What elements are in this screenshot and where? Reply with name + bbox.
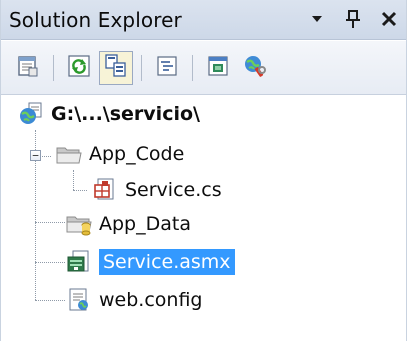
folder-icon bbox=[55, 140, 83, 168]
tree-node-label: Service.asmx bbox=[99, 249, 235, 275]
tree-node-label: G:\...\servicio\ bbox=[51, 103, 200, 125]
tree-node-label: Service.cs bbox=[125, 179, 222, 201]
solution-explorer-toolbar bbox=[1, 41, 406, 95]
toolbar-separator bbox=[53, 54, 54, 81]
properties-icon bbox=[16, 54, 40, 82]
toolbar-separator bbox=[192, 54, 193, 81]
tree-connector-line bbox=[35, 262, 65, 263]
dropdown-arrow-icon[interactable] bbox=[306, 8, 328, 30]
view-designer-button[interactable] bbox=[201, 51, 235, 85]
refresh-icon bbox=[67, 54, 91, 82]
titlebar-controls bbox=[306, 8, 400, 30]
pin-icon[interactable] bbox=[342, 8, 364, 30]
tree-connector-line bbox=[73, 190, 87, 191]
cs-file-icon bbox=[91, 176, 119, 204]
nest-related-files-button[interactable] bbox=[99, 50, 133, 85]
tree-node-label: App_Code bbox=[89, 143, 185, 165]
panel-title: Solution Explorer bbox=[9, 8, 182, 32]
panel-titlebar: Solution Explorer bbox=[1, 0, 406, 40]
tree-connector-line bbox=[73, 170, 74, 190]
tree-node-label: App_Data bbox=[99, 213, 191, 235]
tree-node-service-cs[interactable]: Service.cs bbox=[91, 174, 222, 206]
view-code-button[interactable] bbox=[150, 51, 184, 85]
tree-node-app-code[interactable]: App_Code bbox=[55, 138, 184, 170]
close-icon[interactable] bbox=[378, 8, 400, 30]
asp-net-configuration-button[interactable] bbox=[238, 51, 272, 85]
view-code-icon bbox=[155, 54, 179, 82]
tree-node-web-config[interactable]: web.config bbox=[65, 284, 202, 316]
web-project-icon bbox=[17, 100, 45, 128]
toolbar-separator bbox=[141, 54, 142, 81]
tree-node-label: web.config bbox=[99, 289, 203, 311]
nest-related-files-icon bbox=[104, 53, 128, 83]
tree-connector-line bbox=[35, 300, 65, 301]
solution-tree: G:\...\servicio\ − App_Code Service.cs A… bbox=[1, 96, 406, 341]
properties-button[interactable] bbox=[11, 51, 45, 85]
collapse-toggle[interactable]: − bbox=[30, 150, 41, 161]
refresh-button[interactable] bbox=[62, 51, 96, 85]
tree-connector-line bbox=[35, 222, 65, 223]
view-designer-icon bbox=[206, 54, 230, 82]
config-file-icon bbox=[65, 286, 93, 314]
asp-net-configuration-icon bbox=[242, 53, 268, 83]
solution-explorer-panel: Solution Explorer G:\...\servicio\ − App… bbox=[0, 0, 407, 341]
tree-node-root[interactable]: G:\...\servicio\ bbox=[17, 98, 200, 130]
tree-node-service-asmx[interactable]: Service.asmx bbox=[65, 246, 235, 278]
folder-data-icon bbox=[65, 210, 93, 238]
asmx-file-icon bbox=[65, 248, 93, 276]
tree-node-app-data[interactable]: App_Data bbox=[65, 208, 191, 240]
